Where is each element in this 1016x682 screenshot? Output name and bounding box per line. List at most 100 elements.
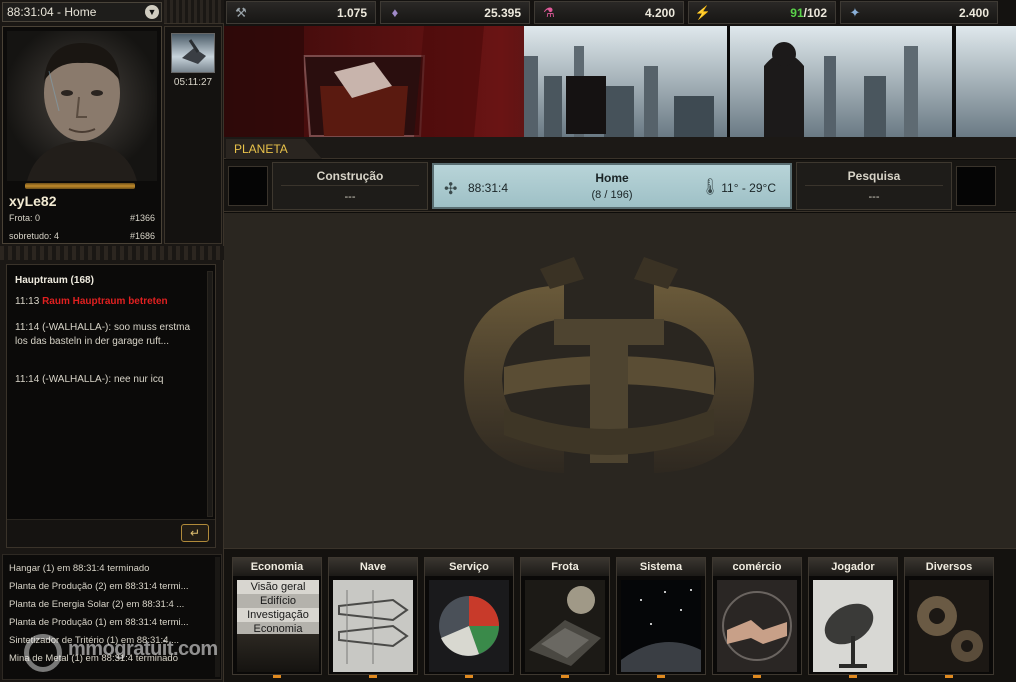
avatar[interactable]	[7, 31, 157, 181]
construction-title: Construção	[316, 169, 384, 183]
watermark-logo-icon	[24, 634, 62, 672]
chat-message-time: 11:14	[15, 322, 40, 333]
resource-value: 25.395	[484, 6, 521, 20]
planet-selector[interactable]: 88:31:04 - Home ▼	[2, 2, 162, 22]
menu-indicator	[657, 675, 665, 678]
menu-sistema[interactable]: Sistema	[616, 557, 706, 678]
resource-tritium[interactable]: ⚗ 4.200	[534, 1, 684, 24]
research-panel[interactable]: Pesquisa ---	[796, 162, 952, 210]
menu-comercio[interactable]: comércio	[712, 557, 802, 678]
menu-frota[interactable]: Frota	[520, 557, 610, 678]
research-slot[interactable]	[956, 166, 996, 206]
watermark: mmogratuit.com	[22, 634, 272, 674]
menu-label: Frota	[521, 558, 609, 576]
divider	[281, 185, 419, 186]
resource-value: 1.075	[336, 6, 367, 20]
galaxy-icon	[621, 580, 701, 672]
planet-temperature: 11° - 29°C	[721, 181, 776, 195]
log-entry: Planta de Produção (2) em 88:31:4 termi.…	[9, 581, 189, 592]
left-sidebar: 88:31:04 - Home ▼ xyLe82 Frota: 0 #1366 …	[0, 0, 224, 682]
menu-label: Economia	[233, 558, 321, 576]
menu-indicator	[849, 675, 857, 678]
menu-label: Serviço	[425, 558, 513, 576]
chat-message-time: 11:13	[15, 296, 40, 307]
construction-panel[interactable]: Construção ---	[272, 162, 428, 210]
energy-total: /102	[803, 6, 827, 20]
chat-message-text: (-WALHALLA-): nee nur icq	[42, 374, 164, 385]
chevron-down-icon[interactable]: ▼	[145, 5, 159, 19]
energy-icon: ⚡	[694, 5, 712, 20]
chat-input[interactable]: ↵	[7, 519, 215, 547]
planet-info-row: Construção --- ✣ 88:31:4 Home (8 / 196) …	[224, 160, 1016, 212]
chat-message-time: 11:14	[15, 374, 40, 385]
resource-bar: ⚒ 1.075 ♦ 25.395 ⚗ 4.200 ⚡ 91/102 ✦ 2.40…	[224, 0, 1016, 26]
resource-value: 91/102	[790, 6, 827, 20]
tab-strip: PLANETA	[224, 137, 1016, 159]
construction-slot[interactable]	[228, 166, 268, 206]
menu-servico[interactable]: Serviço	[424, 557, 514, 678]
watermark-text: mmogratuit.com	[68, 638, 218, 660]
satellite-dish-icon	[813, 580, 893, 672]
planet-selector-label: 88:31:04 - Home	[7, 5, 97, 19]
thermometer-icon: 🌡	[700, 179, 721, 196]
research-title: Pesquisa	[847, 169, 901, 183]
chat-message: 11:14 (-WALHALLA-): nee nur icq	[15, 373, 201, 387]
construction-status: ---	[344, 191, 356, 203]
energy-used: 91	[790, 6, 804, 20]
resource-value: 2.400	[958, 6, 989, 20]
menu-label: Jogador	[809, 558, 897, 576]
fleet-stat-label: Frota: 0	[9, 213, 41, 223]
home-planet-panel[interactable]: ✣ 88:31:4 Home (8 / 196) 🌡 11° - 29°C	[432, 163, 792, 209]
handshake-icon	[717, 580, 797, 672]
chat-message: 11:14 (-WALHALLA-): soo muss erstma los …	[15, 321, 201, 349]
menu-indicator	[753, 675, 761, 678]
avatar-portrait	[27, 43, 137, 181]
submenu-buildings[interactable]: Edifício	[237, 594, 319, 608]
credits-icon: ✦	[849, 5, 861, 20]
header-banner	[224, 26, 1016, 137]
chat-message-text: (-WALHALLA-): soo muss erstma los das ba…	[15, 322, 191, 347]
metal-icon: ⚒	[235, 5, 247, 20]
chat-message: 11:13 Raum Hauptraum betreten	[15, 295, 201, 309]
chat-room-title: Hauptraum (168)	[15, 275, 94, 286]
fleet-rank: #1366	[129, 213, 155, 223]
resource-value: 4.200	[644, 6, 675, 20]
overall-rank: #1686	[129, 231, 155, 241]
submenu-overview[interactable]: Visão geral	[237, 580, 319, 594]
resource-metal[interactable]: ⚒ 1.075	[226, 1, 376, 24]
menu-label: Diversos	[905, 558, 993, 576]
overall-stat-label: sobretudo: 4	[9, 231, 60, 241]
submenu-research[interactable]: Investigação	[237, 608, 319, 622]
menu-label: comércio	[713, 558, 801, 576]
resource-credits[interactable]: ✦ 2.400	[840, 1, 998, 24]
menu-nave[interactable]: Nave	[328, 557, 418, 678]
menu-indicator	[465, 675, 473, 678]
log-entry: Planta de Produção (1) em 88:31:4 termi.…	[9, 617, 189, 628]
menu-indicator	[945, 675, 953, 678]
player-username[interactable]: xyLe82	[9, 193, 56, 209]
event-panel: 05:11:27	[164, 26, 222, 244]
divider	[805, 185, 943, 186]
menu-indicator	[273, 675, 281, 678]
chat-divider	[0, 246, 224, 260]
event-thumbnail[interactable]	[171, 33, 215, 73]
banner-artwork	[224, 26, 1016, 137]
ship-blueprint-icon	[333, 580, 413, 672]
return-arrow-icon[interactable]: ↵	[181, 524, 209, 542]
main-content	[224, 213, 1016, 548]
menu-label: Sistema	[617, 558, 705, 576]
game-logo	[464, 257, 754, 473]
bottom-menu: Economia Visão geral Edifício Investigaç…	[224, 548, 1016, 682]
tab-planet[interactable]: PLANETA	[226, 139, 322, 159]
crystal-icon: ♦	[391, 5, 399, 20]
gears-icon	[909, 580, 989, 672]
menu-label: Nave	[329, 558, 417, 576]
menu-diversos[interactable]: Diversos	[904, 557, 994, 678]
globe-chart-icon	[429, 580, 509, 672]
decorative-strip	[164, 0, 224, 24]
log-entry: Planta de Energia Solar (2) em 88:31:4 .…	[9, 599, 185, 610]
resource-energy[interactable]: ⚡ 91/102	[688, 1, 836, 24]
resource-crystal[interactable]: ♦ 25.395	[380, 1, 530, 24]
menu-jogador[interactable]: Jogador	[808, 557, 898, 678]
chat-scrollbar[interactable]	[207, 271, 213, 517]
